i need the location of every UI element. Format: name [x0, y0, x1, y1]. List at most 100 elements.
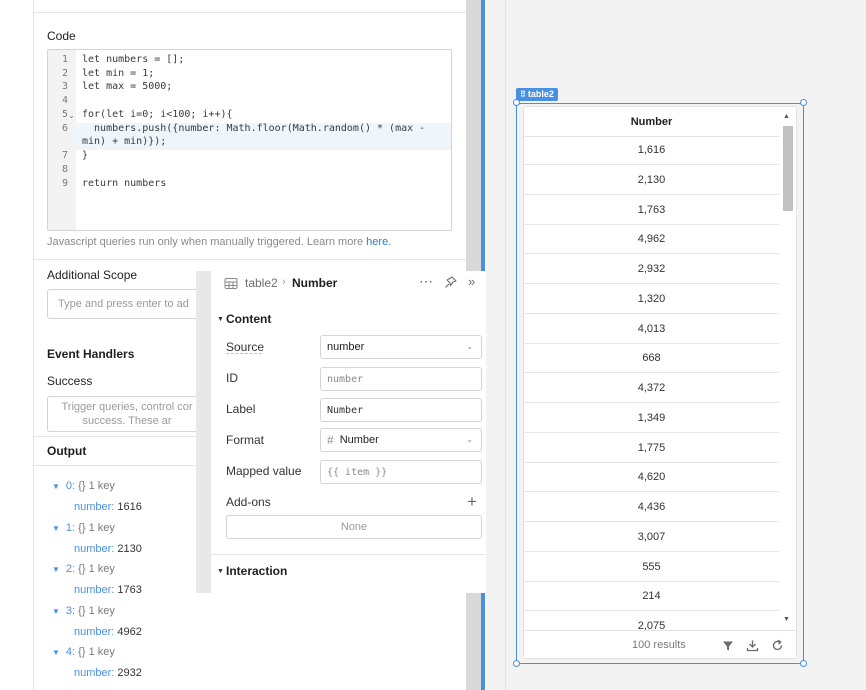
inspector-shadow [196, 271, 210, 593]
table-row[interactable]: 214 [524, 581, 779, 612]
output-key-value: number: 2130 [74, 543, 142, 555]
output-key: number: [74, 625, 115, 638]
additional-scope-placeholder: Type and press enter to ad [58, 298, 189, 310]
source-label: Source [226, 340, 265, 354]
output-tree-node[interactable]: ▼ 0: {} 1 key [52, 480, 115, 492]
interaction-section-title[interactable]: Interaction [226, 564, 287, 578]
format-label: Format [226, 433, 265, 447]
table-row[interactable]: 2,932 [524, 254, 779, 284]
output-key: number: [74, 584, 115, 596]
output-key-value: number: 1616 [74, 501, 142, 513]
plus-icon[interactable]: + [467, 492, 477, 512]
table-row[interactable]: 668 [524, 343, 779, 374]
code-section-title: Code [47, 29, 76, 43]
success-hint-line2: success. These ar [82, 415, 172, 427]
table-row[interactable]: 1,616 [524, 135, 779, 165]
pin-icon[interactable] [444, 276, 457, 289]
table-row[interactable]: 1,320 [524, 284, 779, 314]
table-row[interactable]: 1,775 [524, 433, 779, 463]
component-tag[interactable]: ⠿ table2 [516, 88, 558, 101]
column-header-number[interactable]: Number [524, 107, 779, 137]
download-icon[interactable] [746, 639, 759, 652]
line-number: 5 [61, 109, 68, 120]
table-row[interactable]: 4,620 [524, 462, 779, 493]
output-tree-node[interactable]: ▼ 3: {} 1 key [52, 605, 115, 617]
expand-triangle-icon[interactable]: ▼ [52, 482, 60, 491]
expand-triangle-icon[interactable]: ▼ [52, 607, 60, 616]
event-handlers-title: Event Handlers [47, 347, 135, 361]
expand-icon[interactable]: » [468, 274, 475, 289]
mapped-value: {{ item }} [327, 466, 388, 478]
output-value: 1763 [117, 584, 142, 596]
resize-handle-br[interactable] [800, 660, 807, 667]
output-type: {} [78, 480, 86, 492]
id-input[interactable]: number [320, 367, 482, 391]
divider [34, 259, 466, 260]
line-number: 8 [61, 164, 68, 175]
table-row[interactable]: 555 [524, 552, 779, 582]
expand-triangle-icon[interactable]: ▼ [52, 524, 60, 533]
output-type: {} [78, 604, 86, 617]
source-select[interactable]: number ⌄ [320, 335, 482, 359]
format-select[interactable]: # Number ⌄ [320, 428, 482, 452]
fold-chevron-icon[interactable]: ⌄ [68, 111, 75, 120]
output-tree-node[interactable]: ▼ 4: {} 1 key [52, 646, 115, 658]
resize-handle-tr[interactable] [800, 99, 807, 106]
content-collapse-icon[interactable]: ▼ [217, 316, 224, 323]
line-number: 4 [61, 95, 68, 106]
resize-handle-tl[interactable] [513, 99, 520, 106]
code-line: for(let i=0; i<100; i++){ [82, 109, 233, 120]
learn-more-link[interactable]: here. [366, 236, 391, 248]
output-tree-node[interactable]: ▼ 2: {} 1 key [52, 563, 115, 575]
panel-scrollbar-lower[interactable] [466, 593, 482, 690]
code-line: min) + min)}); [82, 136, 167, 147]
content-section-title[interactable]: Content [226, 312, 271, 326]
interaction-collapse-icon[interactable]: ▼ [217, 568, 224, 575]
canvas-separator [505, 0, 506, 690]
chevron-down-icon: ⌄ [466, 435, 473, 444]
table-row[interactable]: 4,436 [524, 492, 779, 522]
mapped-value-label: Mapped value [226, 464, 302, 478]
expand-triangle-icon[interactable]: ▼ [52, 648, 60, 657]
table-row[interactable]: 3,007 [524, 522, 779, 552]
line-number: 3 [61, 81, 68, 92]
mapped-value-input[interactable]: {{ item }} [320, 460, 482, 484]
success-label: Success [47, 374, 93, 388]
table-row[interactable]: 4,372 [524, 373, 779, 403]
table-row[interactable]: 4,962 [524, 224, 779, 255]
scroll-up-icon[interactable]: ▲ [783, 113, 790, 120]
scroll-down-icon[interactable]: ▼ [783, 616, 790, 623]
output-value: 2932 [117, 667, 142, 679]
output-key-value: number: 2932 [74, 667, 142, 679]
resize-handle-bl[interactable] [513, 660, 520, 667]
output-tree-node[interactable]: ▼ 1: {} 1 key [52, 522, 115, 534]
filter-icon[interactable] [722, 640, 734, 652]
output-index: 2: [65, 563, 76, 575]
line-number: 6 [61, 123, 68, 134]
breadcrumb-parent[interactable]: table2 [245, 276, 278, 290]
success-handler-box[interactable]: Trigger queries, control cor success. Th… [47, 396, 207, 432]
table-icon [224, 278, 238, 289]
table-scrollbar-thumb[interactable] [783, 126, 793, 211]
output-index: 1: [65, 521, 76, 534]
output-type: {} [78, 646, 86, 658]
breadcrumb-current: Number [292, 276, 338, 290]
refresh-icon[interactable] [771, 639, 784, 652]
additional-scope-input[interactable]: Type and press enter to ad [47, 289, 207, 319]
expand-triangle-icon[interactable]: ▼ [52, 565, 60, 574]
more-icon[interactable]: ⋯ [419, 273, 433, 290]
label-input[interactable]: Number [320, 398, 482, 422]
output-value: 4962 [117, 625, 142, 638]
id-value: number [327, 373, 364, 385]
output-value: 2130 [117, 542, 142, 555]
code-editor[interactable]: 1 let numbers = []; 2 let min = 1; 3 let max … [47, 49, 452, 231]
table-row[interactable]: 1,349 [524, 403, 779, 433]
table-component[interactable]: Number 1,616 2,130 1,763 4,962 2,932 1,320 4,0… [523, 106, 797, 659]
table-row[interactable]: 1,763 [524, 195, 779, 225]
js-query-note: Javascript queries run only when manuall… [47, 236, 392, 248]
panel-scrollbar[interactable] [466, 0, 482, 272]
query-accent-bar [481, 0, 485, 272]
table-row[interactable]: 2,130 [524, 165, 779, 195]
panel-left-border [33, 0, 34, 690]
table-row[interactable]: 4,013 [524, 314, 779, 344]
